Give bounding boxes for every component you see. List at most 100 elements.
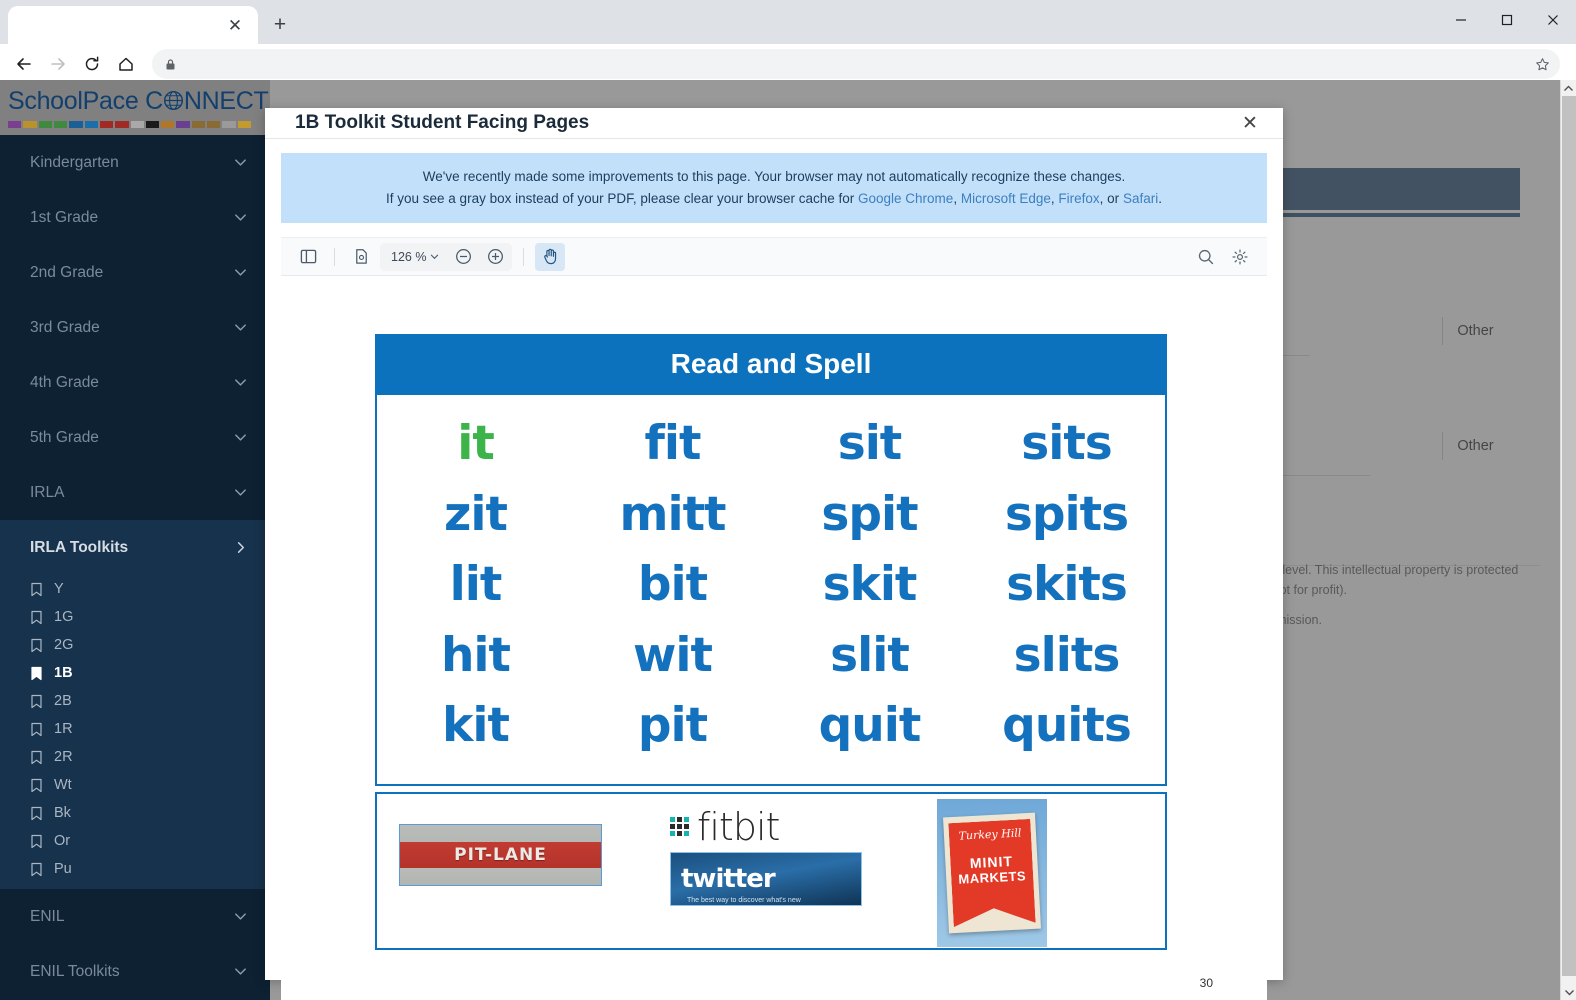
- link-safari[interactable]: Safari: [1123, 191, 1158, 206]
- reload-icon[interactable]: [76, 48, 108, 80]
- gear-icon[interactable]: [1225, 243, 1255, 271]
- sidebar-item-irla[interactable]: IRLA: [0, 465, 270, 520]
- toolkit-item-bk[interactable]: Bk: [0, 799, 270, 827]
- sidebar-item-kindergarten[interactable]: Kindergarten: [0, 135, 270, 190]
- link-google-chrome[interactable]: Google Chrome: [858, 191, 953, 206]
- chevron-down-icon: [233, 320, 248, 335]
- chevron-right-icon: [233, 540, 248, 555]
- search-icon[interactable]: [1191, 243, 1221, 271]
- bookmark-icon: [30, 638, 43, 653]
- word-cell-it: it: [457, 416, 495, 471]
- sidebar-item-label: 3rd Grade: [30, 318, 100, 336]
- browser-titlebar: ✕ +: [0, 0, 1576, 44]
- toolkit-item-wt[interactable]: Wt: [0, 771, 270, 799]
- home-icon[interactable]: [110, 48, 142, 80]
- pdf-page: Read and Spell it fit sit sits zit mitt spit sp…: [327, 290, 1221, 990]
- logo-color-segment-15: [237, 121, 251, 128]
- minimize-icon[interactable]: [1438, 0, 1484, 40]
- sidebar-item-irla-toolkits[interactable]: IRLA Toolkits: [0, 520, 270, 575]
- turkey-hill-sign-face: Turkey Hill MINIT MARKETS: [948, 818, 1035, 926]
- toolkit-item-label: Wt: [54, 777, 72, 793]
- logo-color-segment-10: [161, 121, 175, 128]
- toolkit-item-1r[interactable]: 1R: [0, 715, 270, 743]
- app-logo: SchoolPace C NNECT: [0, 80, 270, 135]
- word-cell-quit: quit: [818, 698, 922, 753]
- new-tab-button[interactable]: +: [264, 9, 296, 41]
- word-cell-hit: hit: [440, 627, 511, 683]
- bookmark-icon: [30, 582, 43, 597]
- sidebar-nav-list: Kindergarten 1st Grade 2nd Grade 3rd Grade 4…: [0, 135, 270, 520]
- toolkit-item-1b[interactable]: 1B: [0, 659, 270, 687]
- printed-page-number: 30: [1199, 976, 1213, 990]
- sidebar-item-1st-grade[interactable]: 1st Grade: [0, 190, 270, 245]
- browser-tab[interactable]: ✕: [8, 6, 258, 44]
- word-cell-wit: wit: [633, 627, 713, 683]
- hand-pan-icon[interactable]: [535, 242, 566, 271]
- chevron-down-icon: [233, 155, 248, 170]
- scroll-down-icon[interactable]: [1561, 984, 1576, 1000]
- turkey-hill-script-label: Turkey Hill: [958, 825, 1022, 843]
- sidebar-item-5th-grade[interactable]: 5th Grade: [0, 410, 270, 465]
- toolkit-item-or[interactable]: Or: [0, 827, 270, 855]
- scrollbar-thumb[interactable]: [1562, 96, 1576, 976]
- pdf-modal-dialog: 1B Toolkit Student Facing Pages ✕ We've …: [265, 108, 1283, 1000]
- link-microsoft-edge[interactable]: Microsoft Edge: [961, 191, 1051, 206]
- sidebar-toggle-icon[interactable]: [293, 243, 323, 271]
- turkey-hill-line-1: MINIT: [969, 852, 1014, 871]
- toolkit-item-pu[interactable]: Pu: [0, 855, 270, 883]
- logo-part-3: NNECT: [183, 87, 269, 115]
- toolkit-item-label: Bk: [54, 805, 71, 821]
- toolkit-item-1g[interactable]: 1G: [0, 603, 270, 631]
- browser-cache-notice: We've recently made some improvements to…: [281, 153, 1267, 223]
- zoom-level-dropdown[interactable]: 126 %: [382, 250, 446, 264]
- document-properties-icon[interactable]: [346, 243, 376, 271]
- modal-close-icon[interactable]: ✕: [1235, 108, 1265, 138]
- zoom-out-icon[interactable]: [448, 243, 478, 271]
- read-and-spell-title: Read and Spell: [375, 334, 1167, 395]
- toolkit-item-2r[interactable]: 2R: [0, 743, 270, 771]
- sidebar-item-2nd-grade[interactable]: 2nd Grade: [0, 245, 270, 300]
- word-cell-quits: quits: [1002, 698, 1132, 753]
- twitter-photo: twitter The best way to discover what's …: [670, 851, 862, 906]
- turkey-hill-sign: Turkey Hill MINIT MARKETS: [943, 812, 1041, 933]
- toolkit-item-label: Y: [54, 581, 64, 597]
- zoom-in-icon[interactable]: [480, 243, 510, 271]
- page-scrollbar[interactable]: [1560, 80, 1576, 1000]
- notice-sep-1: ,: [953, 191, 961, 206]
- sidebar-item-3rd-grade[interactable]: 3rd Grade: [0, 300, 270, 355]
- logo-color-segment-14: [222, 121, 236, 128]
- sidebar-item-enil[interactable]: ENIL: [0, 889, 270, 944]
- bookmark-icon: [30, 806, 43, 821]
- window-close-icon[interactable]: [1530, 0, 1576, 40]
- sidebar-item-enil-toolkits[interactable]: ENIL Toolkits: [0, 944, 270, 999]
- toolkit-item-label: 2G: [54, 637, 74, 653]
- forward-arrow-icon[interactable]: [42, 48, 74, 80]
- pdf-page-container[interactable]: Read and Spell it fit sit sits zit mitt spit sp…: [281, 276, 1267, 990]
- pit-lane-photo: PIT-LANE: [399, 823, 602, 886]
- pdf-toolbar: 126 %: [281, 238, 1267, 276]
- toolkit-item-y[interactable]: Y: [0, 575, 270, 603]
- notice-line-2-suffix: .: [1158, 191, 1162, 206]
- logo-color-segment-2: [38, 121, 52, 128]
- sidebar-item-4th-grade[interactable]: 4th Grade: [0, 355, 270, 410]
- link-firefox[interactable]: Firefox: [1058, 191, 1099, 206]
- word-cell-fit: fit: [644, 416, 701, 471]
- logo-color-bar: [8, 121, 251, 128]
- browser-navbar: [0, 44, 1576, 84]
- globe-icon: [163, 89, 184, 118]
- app-logo-text: SchoolPace C NNECT: [8, 87, 270, 118]
- toolkit-item-2g[interactable]: 2G: [0, 631, 270, 659]
- bookmark-star-icon[interactable]: [1528, 50, 1556, 78]
- word-cell-skits: skits: [1006, 557, 1128, 612]
- logo-color-segment-5: [84, 121, 98, 128]
- browser-window: ✕ + SchoolPace C NNECT Kindergarten 1st …: [0, 0, 1576, 1000]
- maximize-icon[interactable]: [1484, 0, 1530, 40]
- tab-close-icon[interactable]: ✕: [222, 12, 248, 38]
- toolkit-item-2b[interactable]: 2B: [0, 687, 270, 715]
- chevron-down-icon: [233, 210, 248, 225]
- word-cell-pit: pit: [637, 698, 708, 753]
- scroll-up-icon[interactable]: [1561, 80, 1576, 96]
- back-arrow-icon[interactable]: [8, 48, 40, 80]
- word-cell-slits: slits: [1013, 627, 1121, 683]
- address-bar[interactable]: [152, 49, 1560, 79]
